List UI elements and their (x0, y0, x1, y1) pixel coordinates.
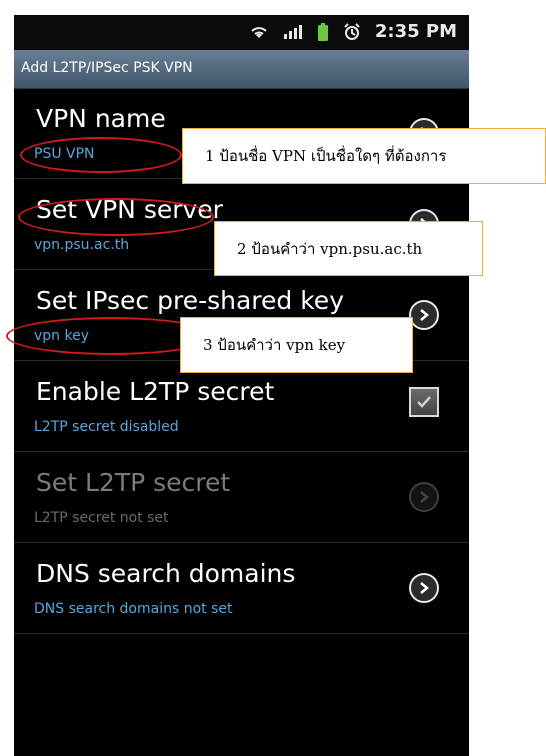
setting-subtitle: DNS search domains not set (34, 601, 233, 617)
battery-icon (317, 22, 328, 41)
title-bar: Add L2TP/IPSec PSK VPN (14, 50, 469, 89)
setting-enable-l2tp-secret[interactable]: Enable L2TP secret L2TP secret disabled (14, 361, 469, 452)
wifi-icon (251, 26, 267, 38)
setting-title: DNS search domains (36, 559, 296, 588)
chevron-right-icon (409, 482, 439, 512)
annotation-callout-1: 1 ป้อนชื่อ VPN เป็นชื่อใดๆ ที่ต้องการ (182, 128, 546, 184)
status-bar: 2:35 PM (14, 15, 469, 50)
screen-title: Add L2TP/IPSec PSK VPN (21, 60, 193, 76)
setting-title: Set IPsec pre-shared key (36, 286, 344, 315)
chevron-right-icon[interactable] (409, 300, 439, 330)
setting-title: VPN name (36, 104, 166, 133)
setting-dns-search-domains[interactable]: DNS search domains DNS search domains no… (14, 543, 469, 634)
l2tp-secret-checkbox[interactable] (409, 387, 439, 417)
chevron-right-icon[interactable] (409, 573, 439, 603)
setting-title: Set L2TP secret (36, 468, 231, 497)
setting-l2tp-secret: Set L2TP secret L2TP secret not set (14, 452, 469, 543)
setting-subtitle: L2TP secret not set (34, 510, 169, 526)
status-time: 2:35 PM (374, 21, 457, 42)
alarm-icon (344, 22, 360, 40)
setting-title: Enable L2TP secret (36, 377, 275, 406)
annotation-callout-2: 2 ป้อนคำว่า vpn.psu.ac.th (214, 221, 483, 276)
checkmark-icon (417, 396, 431, 408)
setting-subtitle: vpn.psu.ac.th (34, 237, 130, 253)
annotation-callout-3: 3 ป้อนคำว่า vpn key (180, 317, 413, 373)
setting-subtitle: L2TP secret disabled (34, 419, 179, 435)
highlight-ellipse-vpn-server (18, 198, 214, 236)
signal-icon (283, 24, 302, 39)
highlight-ellipse-vpn-name (20, 137, 182, 173)
phone-screen: 2:35 PM Add L2TP/IPSec PSK VPN VPN name … (14, 15, 469, 756)
